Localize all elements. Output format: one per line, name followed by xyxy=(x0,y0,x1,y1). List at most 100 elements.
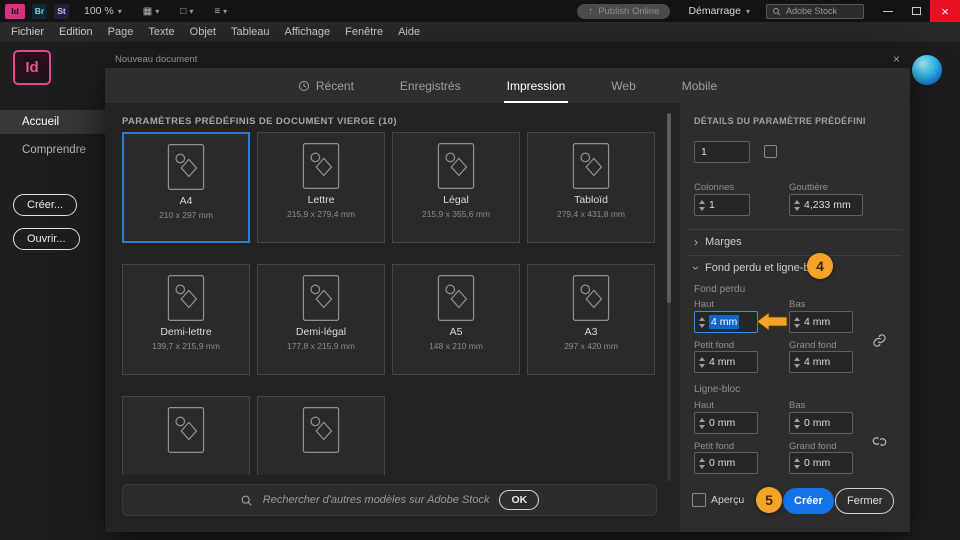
bleed-inside-label: Petit fond xyxy=(694,340,735,351)
stepper[interactable] xyxy=(790,316,804,328)
stepper[interactable] xyxy=(695,457,709,469)
menu-affichage[interactable]: Affichage xyxy=(282,26,334,38)
dialog-close-icon[interactable]: × xyxy=(893,52,900,66)
tab-recent[interactable]: Récent xyxy=(298,68,354,103)
stepper[interactable] xyxy=(695,417,709,429)
close-window-button[interactable]: × xyxy=(930,0,960,22)
preset-card-a3[interactable]: A3 297 x 420 mm xyxy=(527,264,655,375)
preset-card-partial-1[interactable] xyxy=(122,396,250,475)
menu-fichier[interactable]: Fichier xyxy=(8,26,47,38)
chevron-down-icon: ▾ xyxy=(155,6,160,16)
slug-top-input[interactable]: 0 mm xyxy=(694,412,758,434)
preset-card-demi-lettre[interactable]: Demi-lettre 139,7 x 215,9 mm xyxy=(122,264,250,375)
dialog-titlebar: Nouveau document × xyxy=(105,50,910,68)
tab-enregistres[interactable]: Enregistrés xyxy=(400,68,461,103)
bleed-outside-value[interactable]: 4 mm xyxy=(804,356,830,368)
bleed-outside-input[interactable]: 4 mm xyxy=(789,351,853,373)
unlink-values-icon[interactable] xyxy=(872,434,887,449)
bridge-app-icon[interactable]: Br xyxy=(32,3,47,19)
menu-objet[interactable]: Objet xyxy=(187,26,219,38)
panels-tool-icon: ≡ xyxy=(214,5,221,17)
bleed-top-input[interactable]: 4 mm xyxy=(694,311,758,333)
slug-outside-value[interactable]: 0 mm xyxy=(804,457,830,469)
stepper[interactable] xyxy=(695,356,709,368)
tab-mobile[interactable]: Mobile xyxy=(682,68,717,103)
bleed-bottom-value[interactable]: 4 mm xyxy=(804,316,830,328)
menu-tableau[interactable]: Tableau xyxy=(228,26,273,38)
slug-inside-input[interactable]: 0 mm xyxy=(694,452,758,474)
zoom-level-dropdown[interactable]: 100 % ▾ xyxy=(84,5,122,17)
stock-templates-search-bar[interactable]: Rechercher d'autres modèles sur Adobe St… xyxy=(122,484,657,516)
menu-aide[interactable]: Aide xyxy=(395,26,423,38)
close-dialog-button[interactable]: Fermer xyxy=(835,488,895,514)
sidebar-item-comprendre[interactable]: Comprendre xyxy=(0,138,105,162)
stepper[interactable] xyxy=(790,356,804,368)
scrollbar-thumb[interactable] xyxy=(667,113,671,303)
workspace-switcher-dropdown[interactable]: Démarrage ▾ xyxy=(688,5,750,17)
slug-outside-input[interactable]: 0 mm xyxy=(789,452,853,474)
publish-online-button[interactable]: ↑ Publish Online xyxy=(577,3,671,19)
slug-bottom-value[interactable]: 0 mm xyxy=(804,417,830,429)
document-preset-icon xyxy=(572,275,610,321)
presets-scrollbar[interactable] xyxy=(667,113,671,481)
gutter-value[interactable]: 4,233 mm xyxy=(804,199,851,211)
indesign-app-icon[interactable]: Id xyxy=(5,3,25,19)
view-options-dropdown[interactable]: ▦ ▾ xyxy=(143,6,159,17)
adobe-stock-search-input[interactable]: Adobe Stock xyxy=(766,3,864,19)
sidebar-item-accueil[interactable]: Accueil xyxy=(0,110,105,134)
screen-mode-dropdown[interactable]: □ ▾ xyxy=(180,6,193,17)
preset-size: 139,7 x 215,9 mm xyxy=(151,341,221,351)
tab-impression[interactable]: Impression xyxy=(503,68,568,103)
chevron-down-icon: › xyxy=(689,266,703,270)
stepper[interactable] xyxy=(695,199,709,211)
preset-card-a4[interactable]: A4 210 x 297 mm xyxy=(122,132,250,243)
preset-card-a5[interactable]: A5 148 x 210 mm xyxy=(392,264,520,375)
pages-count-value: 1 xyxy=(701,146,707,158)
stepper[interactable] xyxy=(790,417,804,429)
gutter-input[interactable]: 4,233 mm xyxy=(789,194,863,216)
bleed-inside-input[interactable]: 4 mm xyxy=(694,351,758,373)
stepper[interactable] xyxy=(695,316,709,328)
menu-texte[interactable]: Texte xyxy=(145,26,177,38)
bleed-inside-value[interactable]: 4 mm xyxy=(709,356,735,368)
preset-card-demi-legal[interactable]: Demi-légal 177,8 x 215,9 mm xyxy=(257,264,385,375)
creative-cloud-orb-icon[interactable] xyxy=(912,55,942,85)
columns-input[interactable]: 1 xyxy=(694,194,750,216)
presets-scroll-area[interactable]: A4 210 x 297 mm Lettre 215,9 x 279,4 mm … xyxy=(122,132,657,475)
preset-card-legal[interactable]: Légal 215,9 x 355,6 mm xyxy=(392,132,520,243)
sidebar-create-button[interactable]: Créer... xyxy=(13,194,78,216)
tab-web[interactable]: Web xyxy=(611,68,635,103)
bleed-top-value[interactable]: 4 mm xyxy=(709,315,740,329)
arrange-documents-dropdown[interactable]: ≡ ▾ xyxy=(214,6,227,17)
maximize-button[interactable] xyxy=(902,0,930,22)
sidebar-open-button[interactable]: Ouvrir... xyxy=(13,228,80,250)
minimize-button[interactable] xyxy=(874,0,902,22)
margins-section-toggle[interactable]: › Marges xyxy=(694,236,742,248)
slug-top-value[interactable]: 0 mm xyxy=(709,417,735,429)
pages-count-input[interactable]: 1 xyxy=(694,141,750,163)
stepper[interactable] xyxy=(790,199,804,211)
preset-card-partial-2[interactable] xyxy=(257,396,385,475)
preset-card-tabloid[interactable]: Tabloïd 279,4 x 431,8 mm xyxy=(527,132,655,243)
bleed-slug-section-label: Fond perdu et ligne-bloc xyxy=(705,262,824,274)
bleed-slug-section-toggle[interactable]: › Fond perdu et ligne-bloc xyxy=(689,262,824,274)
slug-inside-label: Petit fond xyxy=(694,441,735,452)
dialog-title: Nouveau document xyxy=(115,53,198,65)
preview-checkbox[interactable] xyxy=(692,493,706,507)
stock-app-icon[interactable]: St xyxy=(54,3,69,19)
menu-fenetre[interactable]: Fenêtre xyxy=(342,26,386,38)
menu-page[interactable]: Page xyxy=(105,26,137,38)
document-preset-icon xyxy=(167,144,205,190)
facing-pages-checkbox[interactable] xyxy=(764,145,777,158)
columns-value[interactable]: 1 xyxy=(709,199,715,211)
slug-bottom-input[interactable]: 0 mm xyxy=(789,412,853,434)
slug-label: Ligne-bloc xyxy=(694,384,741,395)
bleed-bottom-input[interactable]: 4 mm xyxy=(789,311,853,333)
preset-card-lettre[interactable]: Lettre 215,9 x 279,4 mm xyxy=(257,132,385,243)
stepper[interactable] xyxy=(790,457,804,469)
create-button[interactable]: Créer xyxy=(783,488,834,514)
search-ok-button[interactable]: OK xyxy=(499,490,540,510)
menu-edition[interactable]: Edition xyxy=(56,26,96,38)
slug-inside-value[interactable]: 0 mm xyxy=(709,457,735,469)
link-values-icon[interactable] xyxy=(872,333,887,348)
